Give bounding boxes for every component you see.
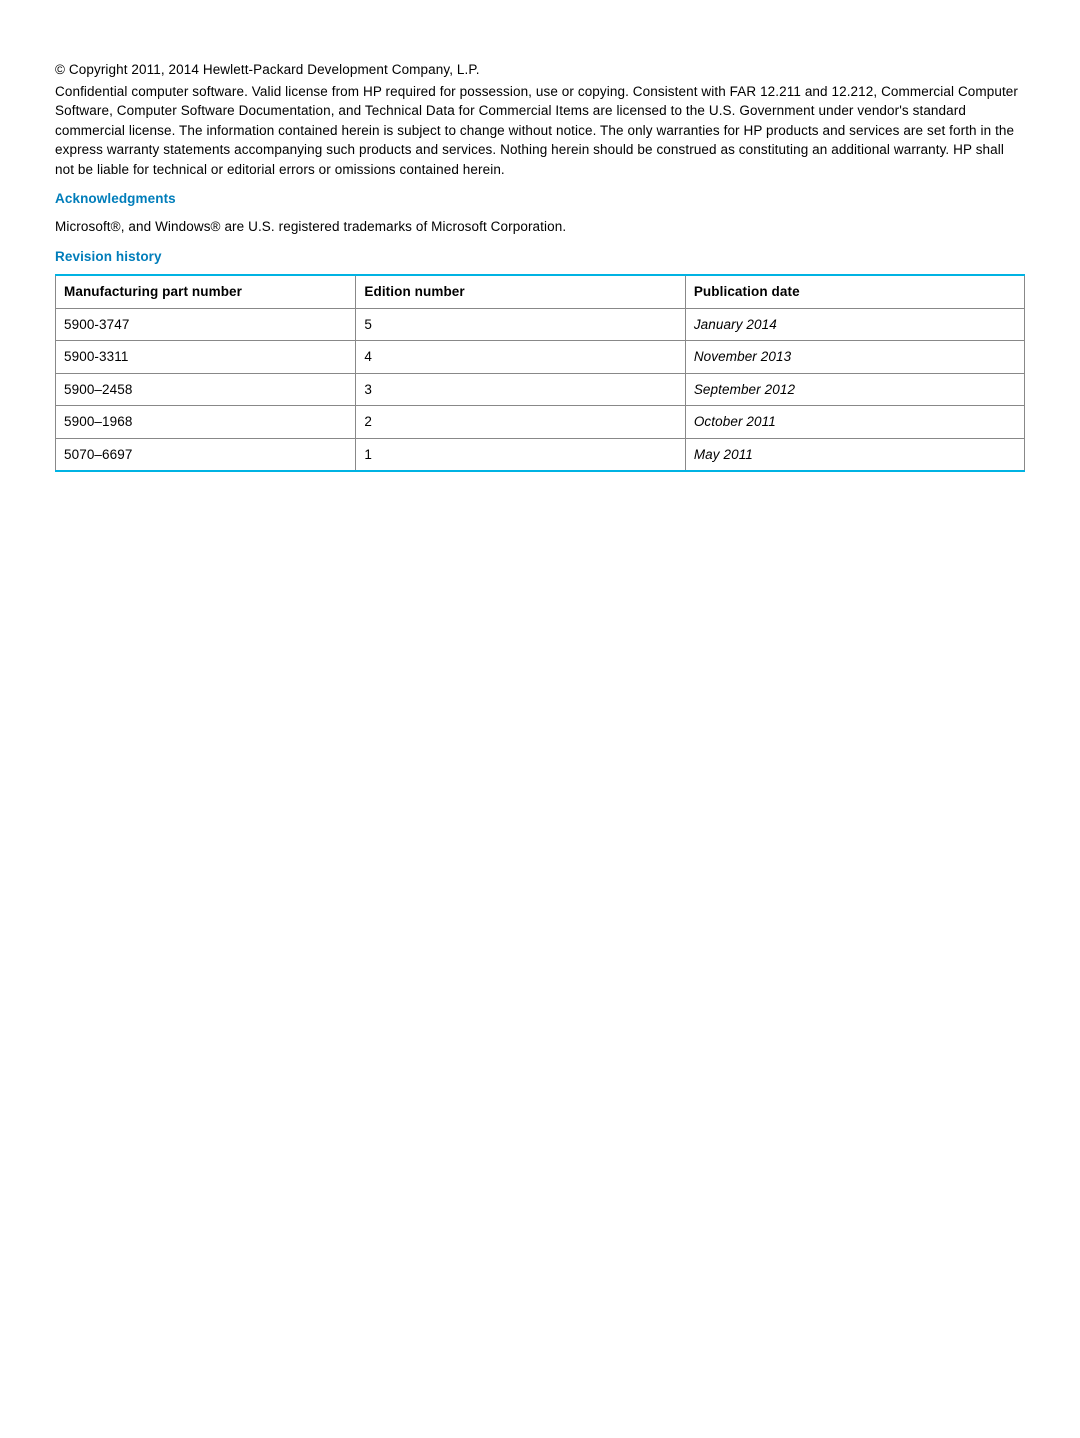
cell-date: September 2012 — [685, 373, 1024, 406]
col-header-part-number: Manufacturing part number — [56, 275, 356, 308]
table-row: 5900-3747 5 January 2014 — [56, 308, 1025, 341]
cell-date: May 2011 — [685, 438, 1024, 471]
cell-part-number: 5900-3311 — [56, 341, 356, 374]
col-header-date: Publication date — [685, 275, 1024, 308]
cell-part-number: 5900–1968 — [56, 406, 356, 439]
document-page: © Copyright 2011, 2014 Hewlett-Packard D… — [0, 0, 1080, 532]
revision-history-table: Manufacturing part number Edition number… — [55, 274, 1025, 472]
legal-paragraph: Confidential computer software. Valid li… — [55, 82, 1025, 180]
cell-edition: 1 — [356, 438, 685, 471]
table-row: 5070–6697 1 May 2011 — [56, 438, 1025, 471]
table-row: 5900-3311 4 November 2013 — [56, 341, 1025, 374]
cell-date: November 2013 — [685, 341, 1024, 374]
acknowledgments-text: Microsoft®, and Windows® are U.S. regist… — [55, 217, 1025, 237]
cell-edition: 5 — [356, 308, 685, 341]
cell-edition: 2 — [356, 406, 685, 439]
copyright-line: © Copyright 2011, 2014 Hewlett-Packard D… — [55, 60, 1025, 80]
cell-date: January 2014 — [685, 308, 1024, 341]
table-header-row: Manufacturing part number Edition number… — [56, 275, 1025, 308]
table-row: 5900–1968 2 October 2011 — [56, 406, 1025, 439]
cell-part-number: 5900–2458 — [56, 373, 356, 406]
cell-date: October 2011 — [685, 406, 1024, 439]
table-row: 5900–2458 3 September 2012 — [56, 373, 1025, 406]
cell-part-number: 5070–6697 — [56, 438, 356, 471]
revision-history-heading: Revision history — [55, 247, 1025, 267]
acknowledgments-heading: Acknowledgments — [55, 189, 1025, 209]
col-header-edition: Edition number — [356, 275, 685, 308]
cell-part-number: 5900-3747 — [56, 308, 356, 341]
cell-edition: 4 — [356, 341, 685, 374]
cell-edition: 3 — [356, 373, 685, 406]
